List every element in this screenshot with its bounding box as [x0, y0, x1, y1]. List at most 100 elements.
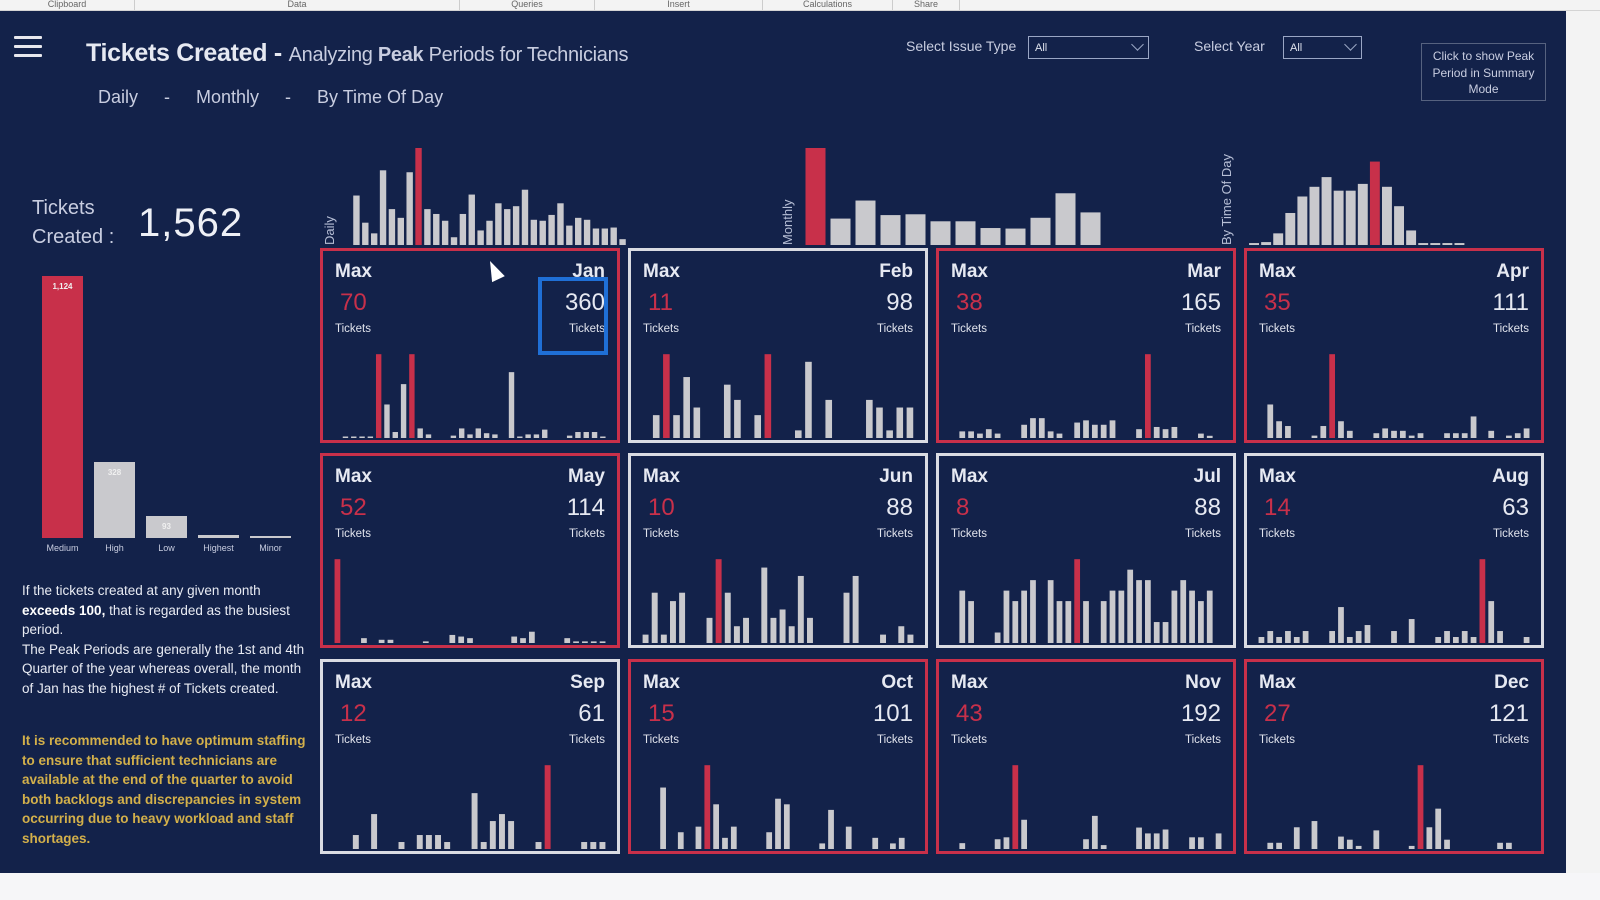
mini-daily-bar[interactable]	[387, 639, 394, 643]
mini-daily-bar[interactable]	[876, 407, 883, 438]
mini-daily-bar[interactable]	[1162, 829, 1169, 849]
mini-daily-bar[interactable]	[1329, 631, 1336, 643]
mini-daily-bar[interactable]	[1189, 590, 1195, 643]
mini-daily-bar[interactable]	[1373, 433, 1380, 438]
month-card-jan[interactable]: Max Jan 70 360 Tickets Tickets	[320, 248, 620, 443]
mini-daily-bar[interactable]	[1285, 426, 1291, 438]
mini-daily-bar[interactable]	[499, 814, 505, 849]
mini-daily-bar[interactable]	[1012, 765, 1019, 849]
mini-daily-bar[interactable]	[334, 559, 341, 643]
time-of-day-bar[interactable]	[1418, 243, 1429, 245]
mini-daily-bar[interactable]	[783, 804, 790, 849]
mini-daily-bar[interactable]	[1083, 601, 1089, 643]
mini-daily-bar[interactable]	[754, 415, 762, 438]
monthly-bar[interactable]	[930, 221, 951, 245]
mini-daily-bar[interactable]	[1497, 842, 1503, 849]
monthly-bar[interactable]	[805, 148, 826, 245]
mini-daily-bar[interactable]	[535, 842, 542, 849]
mini-daily-bar[interactable]	[880, 634, 886, 643]
mini-daily-bar[interactable]	[480, 842, 487, 849]
mini-daily-bar[interactable]	[959, 843, 966, 849]
mini-daily-bar[interactable]	[1470, 416, 1477, 438]
mini-daily-bar[interactable]	[1355, 845, 1362, 849]
priority-bar-highest[interactable]	[198, 534, 239, 538]
daily-bar[interactable]	[406, 172, 413, 245]
daily-bar[interactable]	[433, 213, 440, 245]
mini-daily-bar[interactable]	[529, 631, 535, 643]
nav-by-time-of-day[interactable]: By Time Of Day	[317, 87, 443, 108]
daily-bar[interactable]	[486, 220, 493, 245]
daily-bar[interactable]	[397, 217, 404, 245]
mini-daily-bar[interactable]	[1198, 837, 1204, 849]
mini-daily-bar[interactable]	[795, 430, 802, 438]
mini-daily-bar[interactable]	[722, 837, 728, 849]
time-of-day-bar[interactable]	[1369, 161, 1380, 245]
mini-daily-bar[interactable]	[544, 765, 551, 849]
mini-daily-bar[interactable]	[1047, 580, 1054, 643]
mini-daily-bar[interactable]	[677, 832, 684, 849]
mini-daily-bar[interactable]	[828, 809, 834, 849]
daily-bar[interactable]	[415, 148, 422, 245]
mini-daily-bar[interactable]	[582, 641, 588, 643]
monthly-bar[interactable]	[905, 214, 926, 245]
mini-daily-bar[interactable]	[575, 432, 581, 438]
monthly-bar[interactable]	[830, 218, 851, 245]
mini-daily-bar[interactable]	[583, 432, 589, 438]
mini-daily-bar[interactable]	[435, 835, 441, 849]
mini-daily-bar[interactable]	[807, 617, 813, 643]
mini-daily-bar[interactable]	[779, 609, 786, 643]
mini-daily-bar[interactable]	[663, 354, 670, 438]
time-of-day-bar[interactable]	[1442, 243, 1453, 245]
mini-daily-bar[interactable]	[1391, 631, 1397, 643]
mini-daily-bar[interactable]	[359, 436, 365, 439]
mini-daily-bar[interactable]	[994, 839, 1001, 849]
mini-daily-bar[interactable]	[770, 617, 777, 643]
monthly-bar[interactable]	[880, 215, 901, 245]
mini-daily-bar[interactable]	[1109, 590, 1116, 643]
mini-daily-bar[interactable]	[600, 436, 606, 439]
mini-daily-bar[interactable]	[1065, 601, 1072, 643]
mini-daily-bar[interactable]	[371, 814, 378, 849]
mini-daily-bar[interactable]	[1435, 637, 1442, 643]
mini-daily-bar[interactable]	[573, 641, 579, 643]
mini-daily-bar[interactable]	[517, 436, 523, 439]
monthly-bar[interactable]	[1005, 228, 1026, 245]
mini-daily-bar[interactable]	[1408, 619, 1415, 643]
mini-daily-bar[interactable]	[959, 590, 966, 643]
daily-bar[interactable]	[557, 203, 564, 245]
mini-daily-bar[interactable]	[511, 636, 518, 643]
daily-bar[interactable]	[539, 220, 546, 245]
monthly-bar[interactable]	[980, 228, 1001, 245]
mini-daily-bar[interactable]	[1523, 428, 1530, 438]
mini-daily-bar[interactable]	[723, 384, 731, 438]
mini-daily-bar[interactable]	[788, 626, 795, 643]
time-of-day-bar[interactable]	[1321, 177, 1332, 245]
mini-daily-bar[interactable]	[693, 407, 701, 438]
daily-bar[interactable]	[362, 222, 369, 245]
mini-daily-bar[interactable]	[1171, 590, 1178, 643]
daily-bar[interactable]	[566, 225, 573, 245]
mini-daily-bar[interactable]	[1074, 559, 1081, 643]
mini-daily-bar[interactable]	[1346, 430, 1353, 438]
mini-daily-bar[interactable]	[1136, 429, 1142, 438]
mini-daily-bar[interactable]	[1030, 418, 1036, 438]
mini-daily-bar[interactable]	[459, 428, 465, 438]
mini-daily-bar[interactable]	[444, 842, 451, 849]
mini-daily-bar[interactable]	[1382, 428, 1389, 438]
mini-daily-bar[interactable]	[351, 436, 357, 439]
mini-daily-bar[interactable]	[1488, 430, 1495, 438]
monthly-bar[interactable]	[1030, 217, 1051, 245]
mini-daily-bar[interactable]	[1461, 631, 1468, 643]
mini-daily-bar[interactable]	[1338, 836, 1344, 849]
mini-daily-bar[interactable]	[1435, 808, 1442, 849]
mini-daily-bar[interactable]	[384, 404, 390, 438]
mini-daily-bar[interactable]	[1293, 827, 1300, 849]
mini-daily-bar[interactable]	[968, 601, 974, 643]
mini-daily-bar[interactable]	[704, 765, 711, 849]
month-card-dec[interactable]: Max Dec 27 121 Tickets Tickets	[1244, 659, 1544, 854]
mini-daily-bar[interactable]	[1091, 815, 1098, 849]
daily-bar[interactable]	[530, 219, 538, 245]
mini-daily-bar[interactable]	[985, 429, 992, 438]
mini-daily-bar[interactable]	[1267, 842, 1274, 849]
mini-daily-bar[interactable]	[1198, 601, 1204, 643]
